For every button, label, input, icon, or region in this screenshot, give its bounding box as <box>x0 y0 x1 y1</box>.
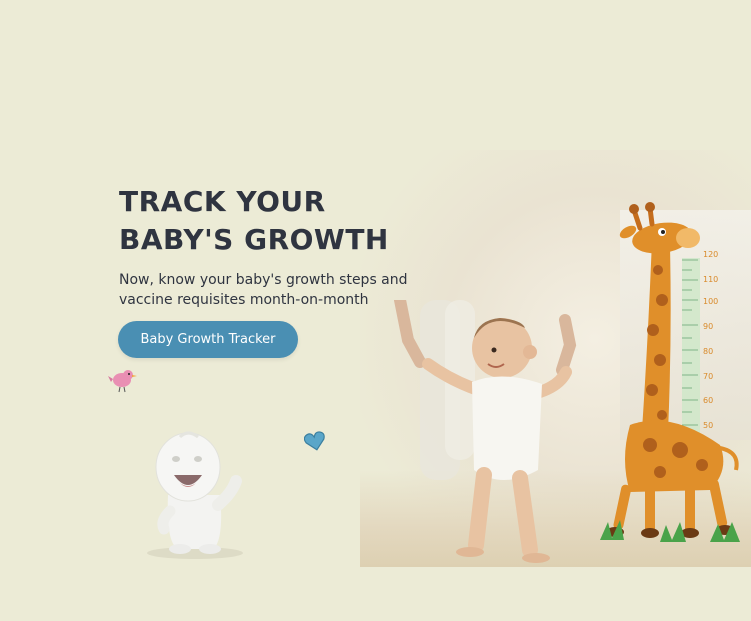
subtitle-line-1: Now, know your baby's growth steps and <box>119 272 408 288</box>
ruler-tick: 90 <box>703 322 713 331</box>
hero-banner: 120 110 100 90 80 70 60 50 TRACK YOUR BA… <box>0 0 751 621</box>
ruler-tick: 120 <box>703 250 718 259</box>
ruler-tick: 60 <box>703 396 713 405</box>
baby-growth-tracker-button[interactable]: Baby Growth Tracker <box>118 321 298 358</box>
mascot-icon <box>147 431 243 559</box>
headline-line-2: BABY'S GROWTH <box>119 223 389 256</box>
giraffe-height-chart: 120 110 100 90 80 70 60 50 <box>600 202 740 542</box>
headline-line-1: TRACK YOUR <box>119 185 326 218</box>
ruler-tick: 50 <box>703 421 713 430</box>
page-title: TRACK YOUR BABY'S GROWTH <box>119 183 419 259</box>
bird-icon <box>108 370 137 393</box>
heart-icon <box>304 431 325 451</box>
ruler-tick: 70 <box>703 372 713 381</box>
ruler-tick: 80 <box>703 347 713 356</box>
hero-subtitle: Now, know your baby's growth steps and v… <box>119 270 429 310</box>
subtitle-line-2: vaccine requisites month-on-month <box>119 292 369 308</box>
ruler-tick: 100 <box>703 297 718 306</box>
baby-walking-photo <box>394 300 577 563</box>
ruler-tick: 110 <box>703 275 718 284</box>
